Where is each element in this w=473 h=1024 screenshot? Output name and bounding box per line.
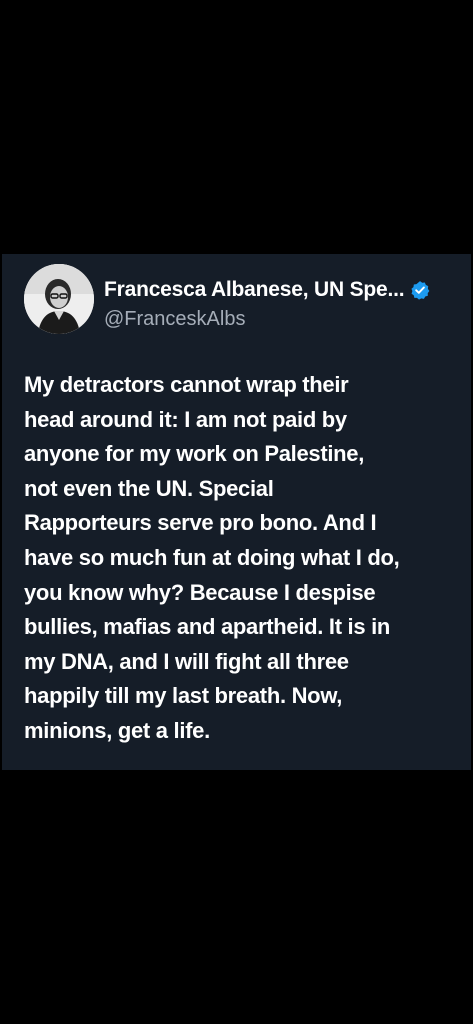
author-display-name[interactable]: Francesca Albanese, UN Spe... (104, 278, 404, 302)
tweet-body: My detractors cannot wrap their head aro… (24, 368, 454, 749)
author-handle[interactable]: @FranceskAlbs (104, 308, 245, 331)
tweet-card[interactable]: Francesca Albanese, UN Spe... @FranceskA… (2, 254, 471, 770)
tweet-text-line: my DNA, and I will fight all three (24, 648, 349, 674)
avatar[interactable] (24, 264, 94, 334)
tweet-text-line: not even the UN. Special (24, 475, 274, 501)
tweet-header: Francesca Albanese, UN Spe... @FranceskA… (24, 264, 463, 334)
tweet-text-line: Rapporteurs serve pro bono. And I (24, 510, 377, 536)
tweet-text-line: have so much fun at doing what I do, (24, 544, 400, 570)
profile-photo-icon (24, 264, 94, 334)
author-name-row: Francesca Albanese, UN Spe... (104, 277, 463, 303)
tweet-text-line: you know why? Because I despise (24, 579, 376, 605)
tweet-text-line: head around it: I am not paid by (24, 406, 347, 432)
tweet-text-line: My detractors cannot wrap their (24, 372, 349, 397)
verified-badge-icon (411, 281, 430, 300)
tweet-text-line: anyone for my work on Palestine, (24, 441, 365, 467)
tweet-text-line: happily till my last breath. Now, (24, 683, 343, 709)
tweet-text-line: bullies, mafias and apartheid. It is in (24, 614, 391, 640)
tweet-text-line: minions, get a life. (24, 717, 210, 743)
screenshot-page: Francesca Albanese, UN Spe... @FranceskA… (0, 0, 473, 1024)
